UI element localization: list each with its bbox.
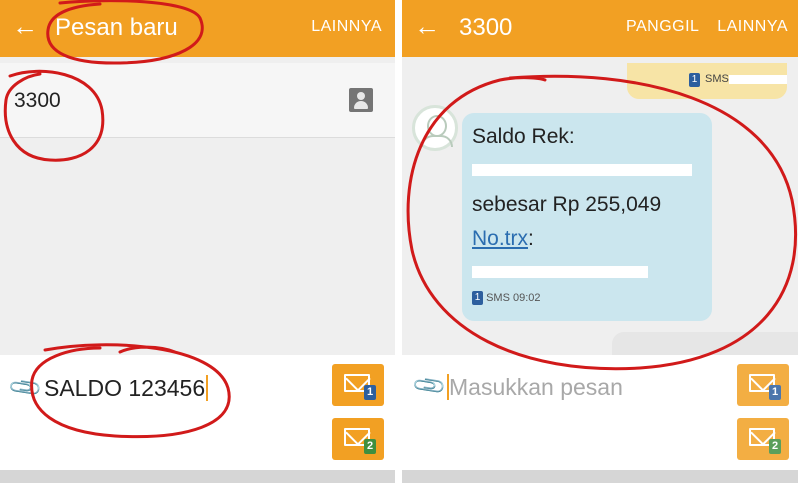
send-sim1-button[interactable]: 1 <box>737 364 789 406</box>
text-cursor <box>206 375 209 401</box>
keyboard-strip <box>402 470 798 483</box>
trx-link[interactable]: No.trx <box>472 227 528 250</box>
panel-divider <box>395 0 402 483</box>
sender-avatar-icon <box>412 105 458 151</box>
sim-badge: 1 <box>364 385 376 400</box>
message-meta: SMS <box>705 73 787 85</box>
send-sim1-button[interactable]: 1 <box>332 364 384 406</box>
compose-bar: 📎 SALDO 123456 1 2 <box>0 355 395 470</box>
message-placeholder: Masukkan pesan <box>449 374 623 400</box>
more-menu-button[interactable]: LAINNYA <box>311 17 382 37</box>
sent-message-bubble[interactable]: 1 SMS <box>627 63 787 99</box>
left-screen: ← Pesan baru LAINNYA 3300 📎 SALDO 123456… <box>0 0 395 483</box>
message-line: No.trx: <box>472 227 534 250</box>
recipient-number: 3300 <box>14 89 61 112</box>
keyboard-strip <box>0 470 395 483</box>
sim-badge: 2 <box>364 439 376 454</box>
paperclip-icon[interactable]: 📎 <box>411 367 449 405</box>
page-title: Pesan baru <box>55 14 178 41</box>
message-input[interactable]: SALDO 123456 <box>44 375 209 402</box>
conversation-title: 3300 <box>459 14 513 41</box>
back-arrow-icon[interactable]: ← <box>12 12 38 40</box>
send-sim2-button[interactable]: 2 <box>332 418 384 460</box>
back-arrow-icon[interactable]: ← <box>414 12 440 40</box>
right-screen: ← 3300 PANGGIL LAINNYA 1 SMS Saldo Rek: … <box>402 0 798 483</box>
message-meta: 1 SMS 09:02 <box>472 291 540 305</box>
recipient-field[interactable]: 3300 <box>0 63 395 138</box>
more-menu-button[interactable]: LAINNYA <box>717 17 788 37</box>
compose-bar: 📎 Masukkan pesan 1 2 <box>402 355 798 470</box>
app-bar: ← 3300 PANGGIL LAINNYA <box>402 0 798 57</box>
paperclip-icon[interactable]: 📎 <box>7 369 45 407</box>
sent-message-bubble[interactable] <box>612 332 798 356</box>
message-line: sebesar Rp 255,049 <box>472 193 662 216</box>
call-button[interactable]: PANGGIL <box>626 17 699 37</box>
sim-badge: 1 <box>689 73 700 87</box>
message-line-redacted <box>472 158 692 182</box>
message-line: Saldo Rek: <box>472 125 575 148</box>
sim-badge: 1 <box>769 385 781 400</box>
app-bar: ← Pesan baru LAINNYA <box>0 0 395 57</box>
message-input[interactable]: Masukkan pesan <box>446 374 623 401</box>
message-text: SALDO 123456 <box>44 375 206 401</box>
send-sim2-button[interactable]: 2 <box>737 418 789 460</box>
contact-icon[interactable] <box>349 88 373 112</box>
received-message-bubble[interactable]: Saldo Rek: sebesar Rp 255,049 No.trx: 1 … <box>462 113 712 321</box>
sim-badge: 2 <box>769 439 781 454</box>
message-line-redacted <box>472 260 648 284</box>
